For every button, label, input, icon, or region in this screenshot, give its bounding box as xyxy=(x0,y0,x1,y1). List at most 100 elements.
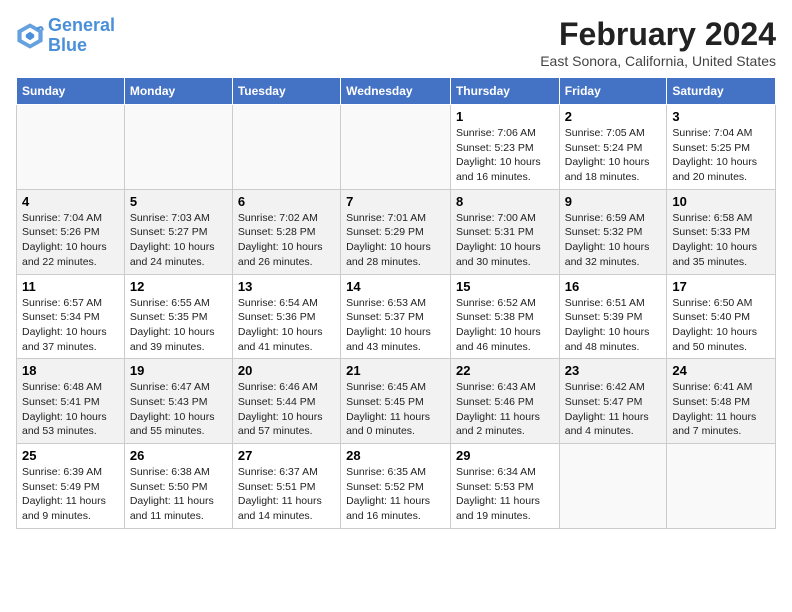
calendar-cell: 9Sunrise: 6:59 AM Sunset: 5:32 PM Daylig… xyxy=(559,189,667,274)
day-info: Sunrise: 7:01 AM Sunset: 5:29 PM Dayligh… xyxy=(346,211,445,270)
day-info: Sunrise: 6:50 AM Sunset: 5:40 PM Dayligh… xyxy=(672,296,770,355)
calendar-cell xyxy=(559,444,667,529)
day-info: Sunrise: 6:43 AM Sunset: 5:46 PM Dayligh… xyxy=(456,380,554,439)
day-number: 16 xyxy=(565,279,662,294)
calendar-week-row: 11 Sunrise: 6:57 AM Sunset: 5:34 PM Dayli… xyxy=(17,274,776,359)
calendar-cell: 7 Sunrise: 7:01 AM Sunset: 5:29 PM Daylig… xyxy=(341,189,451,274)
calendar-cell: 5 Sunrise: 7:03 AM Sunset: 5:27 PM Daylig… xyxy=(124,189,232,274)
day-number: 21 xyxy=(346,363,445,378)
header: General Blue February 2024 East Sonora, … xyxy=(16,16,776,69)
calendar-cell xyxy=(341,105,451,190)
calendar-week-row: 25 Sunrise: 6:39 AM Sunset: 5:49 PM Dayli… xyxy=(17,444,776,529)
day-info: Sunrise: 7:03 AM Sunset: 5:27 PM Dayligh… xyxy=(130,211,227,270)
logo-text: General Blue xyxy=(48,16,115,56)
day-number: 11 xyxy=(22,279,119,294)
day-info: Sunrise: 7:04 AM Sunset: 5:26 PM Dayligh… xyxy=(22,211,119,270)
day-number: 20 xyxy=(238,363,335,378)
day-number: 19 xyxy=(130,363,227,378)
day-number: 5 xyxy=(130,194,227,209)
day-number: 14 xyxy=(346,279,445,294)
day-number: 7 xyxy=(346,194,445,209)
day-number: 18 xyxy=(22,363,119,378)
day-number: 28 xyxy=(346,448,445,463)
calendar-cell: 12Sunrise: 6:55 AM Sunset: 5:35 PM Dayli… xyxy=(124,274,232,359)
day-info: Sunrise: 7:00 AM Sunset: 5:31 PM Dayligh… xyxy=(456,211,554,270)
day-info: Sunrise: 6:53 AM Sunset: 5:37 PM Dayligh… xyxy=(346,296,445,355)
logo-icon xyxy=(16,22,44,50)
day-number: 25 xyxy=(22,448,119,463)
day-info: Sunrise: 6:58 AM Sunset: 5:33 PM Dayligh… xyxy=(672,211,770,270)
calendar-cell xyxy=(124,105,232,190)
day-number: 1 xyxy=(456,109,554,124)
calendar-cell: 13 Sunrise: 6:54 AM Sunset: 5:36 PM Dayli… xyxy=(232,274,340,359)
weekday-header-row: SundayMondayTuesdayWednesdayThursdayFrid… xyxy=(17,78,776,105)
calendar-week-row: 4 Sunrise: 7:04 AM Sunset: 5:26 PM Daylig… xyxy=(17,189,776,274)
logo: General Blue xyxy=(16,16,115,56)
day-number: 4 xyxy=(22,194,119,209)
day-number: 15 xyxy=(456,279,554,294)
day-number: 22 xyxy=(456,363,554,378)
weekday-header-thursday: Thursday xyxy=(450,78,559,105)
calendar-cell xyxy=(17,105,125,190)
calendar-cell: 15 Sunrise: 6:52 AM Sunset: 5:38 PM Dayli… xyxy=(450,274,559,359)
day-info: Sunrise: 6:51 AM Sunset: 5:39 PM Dayligh… xyxy=(565,296,662,355)
calendar-week-row: 18 Sunrise: 6:48 AM Sunset: 5:41 PM Dayli… xyxy=(17,359,776,444)
day-info: Sunrise: 6:45 AM Sunset: 5:45 PM Dayligh… xyxy=(346,380,445,439)
calendar-cell: 26 Sunrise: 6:38 AM Sunset: 5:50 PM Dayli… xyxy=(124,444,232,529)
calendar-cell: 21 Sunrise: 6:45 AM Sunset: 5:45 PM Dayli… xyxy=(341,359,451,444)
logo-line1: General xyxy=(48,15,115,35)
calendar-cell xyxy=(667,444,776,529)
day-number: 2 xyxy=(565,109,662,124)
calendar-cell: 28 Sunrise: 6:35 AM Sunset: 5:52 PM Dayli… xyxy=(341,444,451,529)
day-number: 10 xyxy=(672,194,770,209)
weekday-header-sunday: Sunday xyxy=(17,78,125,105)
day-number: 8 xyxy=(456,194,554,209)
main-title: February 2024 xyxy=(540,16,776,53)
day-number: 24 xyxy=(672,363,770,378)
day-info: Sunrise: 6:41 AM Sunset: 5:48 PM Dayligh… xyxy=(672,380,770,439)
calendar-cell: 8 Sunrise: 7:00 AM Sunset: 5:31 PM Daylig… xyxy=(450,189,559,274)
weekday-header-tuesday: Tuesday xyxy=(232,78,340,105)
day-info: Sunrise: 6:42 AM Sunset: 5:47 PM Dayligh… xyxy=(565,380,662,439)
day-number: 29 xyxy=(456,448,554,463)
day-info: Sunrise: 7:05 AM Sunset: 5:24 PM Dayligh… xyxy=(565,126,662,185)
calendar-week-row: 1Sunrise: 7:06 AM Sunset: 5:23 PM Daylig… xyxy=(17,105,776,190)
calendar-cell: 25 Sunrise: 6:39 AM Sunset: 5:49 PM Dayli… xyxy=(17,444,125,529)
calendar-cell: 11 Sunrise: 6:57 AM Sunset: 5:34 PM Dayli… xyxy=(17,274,125,359)
day-info: Sunrise: 6:47 AM Sunset: 5:43 PM Dayligh… xyxy=(130,380,227,439)
day-info: Sunrise: 7:02 AM Sunset: 5:28 PM Dayligh… xyxy=(238,211,335,270)
subtitle: East Sonora, California, United States xyxy=(540,53,776,69)
calendar-cell: 1Sunrise: 7:06 AM Sunset: 5:23 PM Daylig… xyxy=(450,105,559,190)
day-number: 13 xyxy=(238,279,335,294)
day-info: Sunrise: 6:57 AM Sunset: 5:34 PM Dayligh… xyxy=(22,296,119,355)
calendar-cell xyxy=(232,105,340,190)
calendar-cell: 14 Sunrise: 6:53 AM Sunset: 5:37 PM Dayli… xyxy=(341,274,451,359)
weekday-header-wednesday: Wednesday xyxy=(341,78,451,105)
calendar-cell: 23 Sunrise: 6:42 AM Sunset: 5:47 PM Dayli… xyxy=(559,359,667,444)
day-info: Sunrise: 6:54 AM Sunset: 5:36 PM Dayligh… xyxy=(238,296,335,355)
calendar-cell: 3Sunrise: 7:04 AM Sunset: 5:25 PM Daylig… xyxy=(667,105,776,190)
day-info: Sunrise: 6:38 AM Sunset: 5:50 PM Dayligh… xyxy=(130,465,227,524)
day-number: 6 xyxy=(238,194,335,209)
day-number: 12 xyxy=(130,279,227,294)
day-info: Sunrise: 6:34 AM Sunset: 5:53 PM Dayligh… xyxy=(456,465,554,524)
calendar-cell: 16 Sunrise: 6:51 AM Sunset: 5:39 PM Dayli… xyxy=(559,274,667,359)
day-info: Sunrise: 7:04 AM Sunset: 5:25 PM Dayligh… xyxy=(672,126,770,185)
day-number: 27 xyxy=(238,448,335,463)
calendar-cell: 19 Sunrise: 6:47 AM Sunset: 5:43 PM Dayli… xyxy=(124,359,232,444)
day-info: Sunrise: 6:39 AM Sunset: 5:49 PM Dayligh… xyxy=(22,465,119,524)
calendar-cell: 6 Sunrise: 7:02 AM Sunset: 5:28 PM Daylig… xyxy=(232,189,340,274)
calendar-cell: 2 Sunrise: 7:05 AM Sunset: 5:24 PM Daylig… xyxy=(559,105,667,190)
calendar-cell: 17Sunrise: 6:50 AM Sunset: 5:40 PM Dayli… xyxy=(667,274,776,359)
calendar-cell: 29 Sunrise: 6:34 AM Sunset: 5:53 PM Dayli… xyxy=(450,444,559,529)
day-info: Sunrise: 6:37 AM Sunset: 5:51 PM Dayligh… xyxy=(238,465,335,524)
day-number: 9 xyxy=(565,194,662,209)
calendar-cell: 27 Sunrise: 6:37 AM Sunset: 5:51 PM Dayli… xyxy=(232,444,340,529)
calendar-cell: 4 Sunrise: 7:04 AM Sunset: 5:26 PM Daylig… xyxy=(17,189,125,274)
day-info: Sunrise: 6:48 AM Sunset: 5:41 PM Dayligh… xyxy=(22,380,119,439)
day-info: Sunrise: 6:52 AM Sunset: 5:38 PM Dayligh… xyxy=(456,296,554,355)
day-number: 26 xyxy=(130,448,227,463)
day-number: 23 xyxy=(565,363,662,378)
title-area: February 2024 East Sonora, California, U… xyxy=(540,16,776,69)
day-info: Sunrise: 6:35 AM Sunset: 5:52 PM Dayligh… xyxy=(346,465,445,524)
